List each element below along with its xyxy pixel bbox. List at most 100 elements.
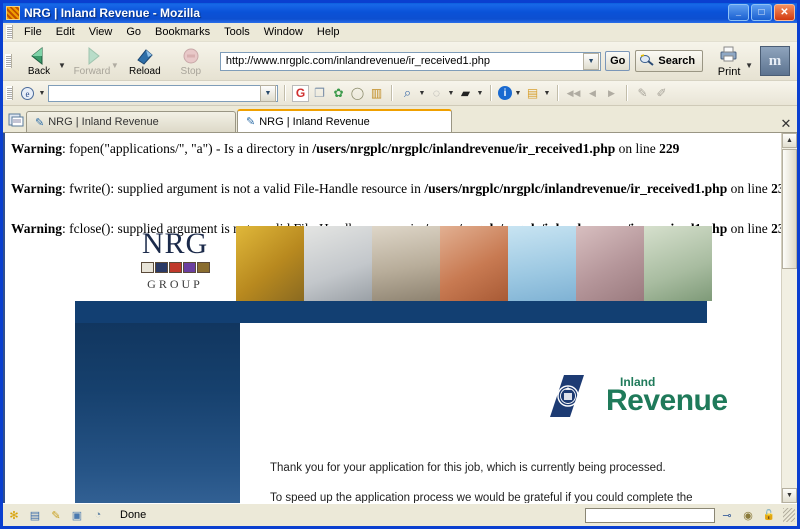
folder-icon[interactable]: ▤ [524, 85, 541, 102]
back-icon [28, 46, 50, 66]
reload-button[interactable]: Reload [122, 43, 168, 79]
print-label: Print [717, 65, 741, 78]
nrg-strip-swatch-2 [168, 262, 182, 273]
photo-street-gold [236, 226, 304, 301]
folder-dropdown-arrow[interactable]: ▼ [543, 90, 551, 97]
print-button[interactable]: Print [709, 45, 749, 78]
nrg-logo: NRG GROUP [115, 228, 235, 292]
google-dropdown-arrow[interactable]: ▼ [38, 90, 46, 97]
menubar-grip[interactable] [6, 25, 13, 39]
graduation-dropdown-arrow[interactable]: ▼ [476, 90, 484, 97]
print-dropdown-arrow[interactable]: ▼ [745, 53, 753, 70]
scroll-thumb[interactable] [782, 149, 797, 269]
go-button[interactable]: Go [605, 51, 631, 71]
next-icon[interactable]: ▶ [603, 85, 620, 102]
toolbar-separator-4 [557, 85, 559, 101]
addressbook-icon[interactable]: ▣ [68, 507, 86, 523]
tab-1[interactable]: ✎ NRG | Inland Revenue [237, 109, 452, 132]
tab-0[interactable]: ✎ NRG | Inland Revenue [26, 111, 236, 132]
close-icon: ✕ [780, 6, 789, 18]
stop-button[interactable]: Stop [168, 43, 214, 79]
toolbar-separator-5 [626, 85, 628, 101]
page-rank-icon[interactable]: ✿ [330, 85, 347, 102]
reload-label: Reload [128, 65, 161, 77]
info-icon[interactable]: i [498, 86, 512, 100]
address-dropdown-arrow[interactable]: ▼ [583, 52, 600, 70]
navbar-grip[interactable] [5, 54, 12, 68]
close-tab-button[interactable]: ✕ [775, 116, 797, 132]
composer-icon[interactable]: ✎ [47, 507, 65, 523]
connection-icon[interactable]: ⊸ [718, 507, 736, 523]
security-lock-icon[interactable]: 🔓 [760, 507, 778, 523]
tabs-container: ✎ NRG | Inland Revenue ✎ NRG | Inland Re… [26, 109, 775, 132]
mail-icon[interactable]: ▤ [26, 507, 44, 523]
nrg-wordmark: NRG [141, 227, 209, 260]
google-search-icon[interactable]: G [292, 84, 309, 102]
tab-list-icon[interactable] [6, 110, 26, 130]
warning-message-0: fopen("applications/", "a") - Is a direc… [69, 141, 313, 156]
menu-help[interactable]: Help [310, 24, 347, 40]
forward-dropdown-arrow[interactable]: ▼ [111, 53, 119, 70]
graduation-icon[interactable]: ▰ [457, 85, 474, 102]
body-paragraph-0: Thank you for your application for this … [270, 462, 666, 474]
toolbar-search-dropdown[interactable]: ▼ [260, 84, 276, 102]
maximize-button[interactable]: □ [751, 4, 772, 21]
photo-office-green [644, 226, 712, 301]
search-button[interactable]: Search [635, 50, 704, 72]
irc-icon[interactable]: ◔ [89, 507, 107, 523]
scroll-up-button[interactable]: ▲ [782, 133, 797, 148]
address-bar[interactable]: http://www.nrgplc.com/inlandrevenue/ir_r… [219, 51, 602, 71]
tab-label-1: NRG | Inland Revenue [259, 115, 370, 128]
menu-edit[interactable]: Edit [49, 24, 82, 40]
mouse-dropdown-arrow[interactable]: ▼ [447, 90, 455, 97]
window-title: NRG | Inland Revenue - Mozilla [24, 6, 201, 20]
menu-file[interactable]: File [17, 24, 49, 40]
search-magnifier-icon [639, 53, 655, 70]
menu-bookmarks[interactable]: Bookmarks [148, 24, 217, 40]
menu-window[interactable]: Window [257, 24, 310, 40]
erase-icon[interactable]: ✐ [653, 85, 670, 102]
warning-message-1: fwrite(): supplied argument is not a val… [69, 181, 425, 196]
window-resize-grip[interactable] [783, 508, 795, 522]
forward-button[interactable]: Forward [69, 43, 115, 79]
toolbar-separator-2 [391, 85, 393, 101]
warning-prefix-0: Warning [11, 141, 63, 156]
tab-label-0: NRG | Inland Revenue [48, 116, 159, 128]
rewind-icon[interactable]: ◀◀ [565, 85, 582, 102]
back-dropdown-arrow[interactable]: ▼ [58, 53, 66, 70]
zoom-dropdown-arrow[interactable]: ▼ [418, 90, 426, 97]
close-button[interactable]: ✕ [774, 4, 795, 21]
photo-walking-man-grey [304, 226, 372, 301]
content-scrollbar[interactable]: ▲ ▼ [781, 133, 797, 503]
comment-icon[interactable]: ◯ [349, 85, 366, 102]
warning-online-1: on line [727, 181, 772, 196]
dictionary-icon[interactable]: ▥ [368, 85, 385, 102]
nrg-strip-swatch-1 [154, 262, 168, 273]
highlight-icon[interactable]: ✎ [634, 85, 651, 102]
scroll-down-button[interactable]: ▼ [782, 488, 797, 503]
mozilla-logo[interactable]: m [760, 46, 790, 76]
php-warning-0: Warning: fopen("applications/", "a") - I… [5, 141, 797, 157]
copy-page-icon[interactable]: ❐ [311, 85, 328, 102]
personal-toolbar-grip[interactable] [6, 86, 13, 100]
php-warning-1: Warning: fwrite(): supplied argument is … [5, 181, 797, 197]
browser-window: NRG | Inland Revenue - Mozilla _ □ ✕ Fil… [0, 0, 800, 529]
toolbar-search-input[interactable]: ▼ [48, 84, 278, 102]
menu-tools[interactable]: Tools [217, 24, 257, 40]
status-input[interactable] [585, 507, 715, 523]
toolbar-separator [284, 85, 286, 101]
cookie-icon[interactable]: ◉ [739, 507, 757, 523]
zoom-search-icon[interactable]: ⌕ [399, 85, 416, 102]
info-dropdown-arrow[interactable]: ▼ [514, 90, 522, 97]
page-load-icon[interactable]: ✻ [5, 507, 23, 523]
menu-view[interactable]: View [82, 24, 120, 40]
inland-revenue-logo: Inland Revenue [550, 373, 728, 419]
mouse-icon[interactable]: ◌ [428, 85, 445, 102]
prev-icon[interactable]: ◀ [584, 85, 601, 102]
photo-banner [236, 226, 712, 301]
google-logo-icon[interactable]: e [19, 85, 36, 102]
minimize-button[interactable]: _ [728, 4, 749, 21]
menu-go[interactable]: Go [119, 24, 148, 40]
inland-revenue-crest-icon [550, 375, 584, 417]
back-button[interactable]: Back [16, 43, 62, 79]
